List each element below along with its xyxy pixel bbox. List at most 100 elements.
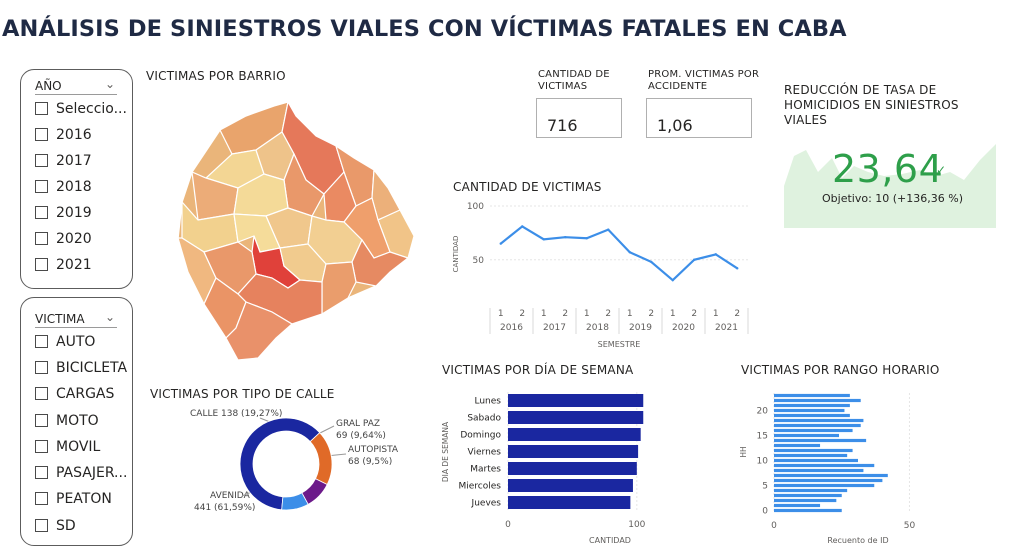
- bar[interactable]: [508, 462, 637, 475]
- checkbox-icon[interactable]: [35, 180, 48, 193]
- year-option[interactable]: 2020: [35, 230, 92, 248]
- x-sub-tick-label: 1: [670, 309, 676, 319]
- checkbox-icon[interactable]: [35, 128, 48, 141]
- victim-option[interactable]: CARGAS: [35, 385, 114, 403]
- hour-bar-chart: 0 5020151050HHRecuento de ID: [739, 393, 915, 545]
- bar[interactable]: [774, 478, 883, 483]
- checkbox-icon[interactable]: [35, 102, 48, 115]
- data-point[interactable]: [628, 251, 631, 254]
- bar[interactable]: [774, 448, 853, 453]
- year-option[interactable]: 2016: [35, 126, 92, 144]
- bar[interactable]: [774, 423, 861, 428]
- bar[interactable]: [774, 433, 840, 438]
- checkbox-icon[interactable]: [35, 206, 48, 219]
- bar[interactable]: [774, 498, 837, 503]
- data-point[interactable]: [499, 242, 502, 245]
- x-group-label: 2017: [543, 323, 566, 333]
- bar[interactable]: [508, 411, 644, 424]
- checkbox-icon[interactable]: [35, 335, 48, 348]
- checkbox-icon[interactable]: [35, 414, 48, 427]
- bar[interactable]: [774, 428, 853, 433]
- x-sub-tick-label: 1: [498, 309, 504, 319]
- bar[interactable]: [774, 503, 821, 508]
- y-tick-label: 0: [762, 507, 768, 517]
- data-point[interactable]: [521, 225, 524, 228]
- checkbox-icon[interactable]: [35, 361, 48, 374]
- donut-chart: CALLE 138 (19,27%) GRAL PAZ 69 (9,64%) A…: [190, 409, 399, 513]
- bar[interactable]: [774, 408, 845, 413]
- data-point[interactable]: [542, 238, 545, 241]
- year-slicer: AÑO ⌄ Seleccio... 2016 2017 2018 2019 20…: [20, 69, 133, 289]
- victim-option[interactable]: MOVIL: [35, 438, 100, 456]
- data-point[interactable]: [564, 235, 567, 239]
- victim-option[interactable]: BICICLETA: [35, 359, 127, 377]
- bar[interactable]: [774, 508, 842, 513]
- leader-line: [317, 425, 335, 435]
- donut-slice-calle[interactable]: [309, 432, 333, 486]
- bar[interactable]: [774, 403, 850, 408]
- bar[interactable]: [508, 394, 644, 407]
- data-point[interactable]: [693, 258, 696, 261]
- data-point[interactable]: [671, 278, 674, 282]
- year-option[interactable]: Seleccio...: [35, 100, 127, 118]
- kpi-goal: Objetivo: 10 (+136,36 %): [822, 192, 964, 205]
- bar[interactable]: [774, 463, 875, 468]
- data-point[interactable]: [585, 237, 588, 240]
- bar[interactable]: [774, 443, 821, 448]
- hour-chart-title: VICTIMAS POR RANGO HORARIO: [741, 363, 940, 377]
- year-option[interactable]: 2021: [35, 256, 92, 274]
- bar[interactable]: [774, 488, 848, 493]
- donut-label-gralpaz: GRAL PAZ: [336, 419, 380, 429]
- bar[interactable]: [508, 496, 631, 509]
- bar[interactable]: [774, 393, 850, 398]
- barrio-map[interactable]: [176, 102, 416, 364]
- checkbox-icon[interactable]: [35, 466, 48, 479]
- bar[interactable]: [508, 479, 633, 492]
- dow-chart-title: VICTIMAS POR DÍA DE SEMANA: [442, 363, 634, 377]
- chevron-down-icon[interactable]: ⌄: [105, 310, 115, 324]
- bar[interactable]: [774, 458, 858, 463]
- victim-option[interactable]: AUTO: [35, 333, 95, 351]
- bar[interactable]: [508, 445, 639, 458]
- bar[interactable]: [774, 453, 848, 458]
- year-option[interactable]: 2018: [35, 178, 92, 196]
- year-option[interactable]: 2017: [35, 152, 92, 170]
- checkbox-icon[interactable]: [35, 440, 48, 453]
- victim-option[interactable]: PEATON: [35, 490, 112, 508]
- y-tick-label: 10: [757, 457, 769, 467]
- victim-option[interactable]: SD: [35, 517, 76, 535]
- bar[interactable]: [774, 398, 861, 403]
- bar[interactable]: [774, 483, 875, 488]
- chevron-down-icon[interactable]: ⌄: [105, 77, 115, 91]
- bar[interactable]: [774, 418, 864, 423]
- checkbox-icon[interactable]: [35, 258, 48, 271]
- checkbox-icon[interactable]: [35, 232, 48, 245]
- data-point[interactable]: [650, 260, 653, 264]
- page-title: ANÁLISIS DE SINIESTROS VIALES CON VÍCTIM…: [2, 16, 847, 42]
- data-point[interactable]: [714, 253, 717, 256]
- bar[interactable]: [774, 438, 867, 443]
- bar[interactable]: [774, 473, 888, 478]
- victim-slicer-header[interactable]: VICTIMA ⌄: [35, 310, 117, 328]
- x-tick-label: 0: [505, 520, 511, 530]
- year-option[interactable]: 2019: [35, 204, 92, 222]
- checkbox-icon[interactable]: [35, 519, 48, 532]
- bar[interactable]: [774, 413, 850, 418]
- y-tick-label: 20: [757, 407, 769, 417]
- checkbox-icon[interactable]: [35, 387, 48, 400]
- donut-slices: [239, 417, 333, 511]
- bar[interactable]: [774, 468, 864, 473]
- bar[interactable]: [774, 493, 842, 498]
- checkbox-icon[interactable]: [35, 492, 48, 505]
- victim-option[interactable]: MOTO: [35, 412, 99, 430]
- bar[interactable]: [508, 428, 641, 441]
- year-slicer-header[interactable]: AÑO ⌄: [35, 77, 117, 95]
- total-victims-value: 716: [547, 116, 578, 135]
- data-point[interactable]: [607, 228, 610, 231]
- series-line[interactable]: [500, 225, 738, 282]
- data-point[interactable]: [736, 267, 739, 270]
- victim-option[interactable]: PASAJER...: [35, 464, 127, 482]
- y-category-label: Domingo: [460, 431, 501, 441]
- map-barrio[interactable]: [321, 261, 357, 316]
- checkbox-icon[interactable]: [35, 154, 48, 167]
